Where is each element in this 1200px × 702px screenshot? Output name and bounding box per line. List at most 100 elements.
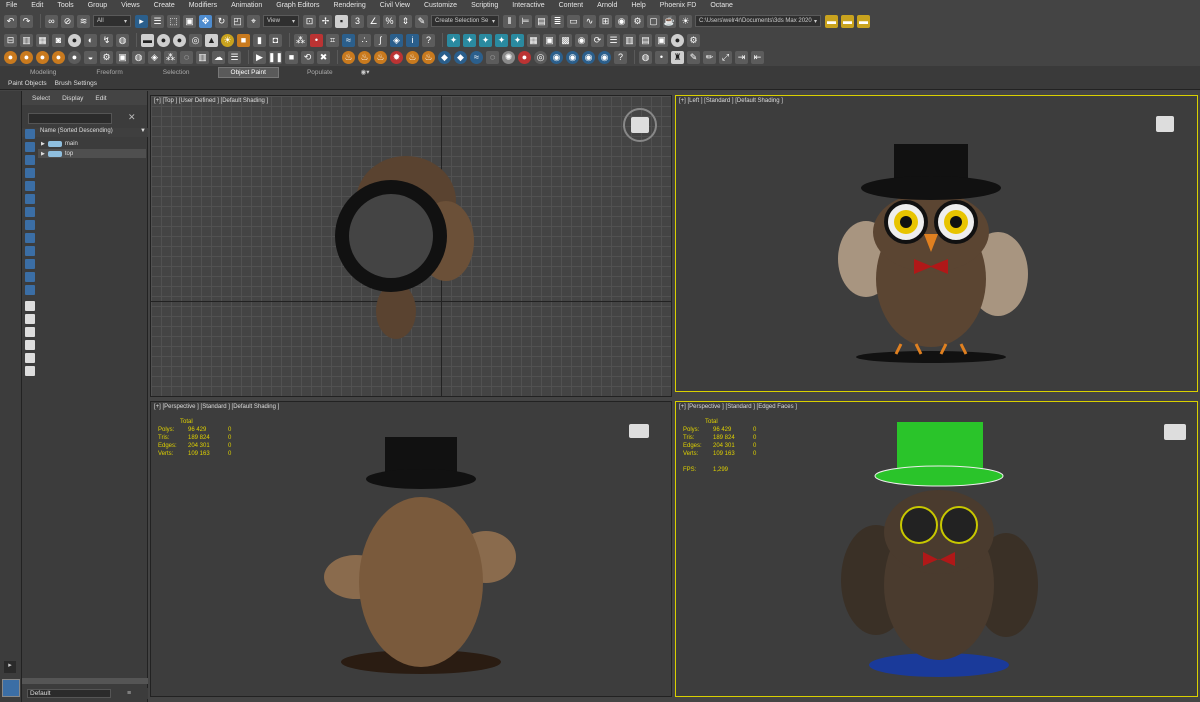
light-bulb-icon[interactable]: ● (68, 33, 81, 47)
fire-explosion-icon[interactable]: ✹ (390, 50, 403, 64)
foam-icon[interactable]: ◌ (486, 50, 499, 64)
keyboard-shortcut-override-icon[interactable]: ▪ (335, 14, 348, 28)
render-elements-icon[interactable]: ▥ (623, 33, 636, 47)
sphere-primitive-icon[interactable]: ● (157, 33, 170, 47)
cylinder-primitive-icon[interactable]: ▮ (253, 33, 266, 47)
ribbon-tab-modeling[interactable]: Modeling (18, 68, 68, 77)
pause-icon[interactable]: ❚❚ (268, 50, 283, 64)
record-tool-icon[interactable]: ◉ (575, 33, 588, 47)
menu-scripting[interactable]: Scripting (471, 2, 498, 9)
menu-customize[interactable]: Customize (424, 2, 457, 9)
explorer-scrollbar[interactable] (22, 678, 148, 684)
export-icon[interactable]: ⇥ (735, 50, 748, 64)
material-sphere-icon[interactable]: ◐ (84, 33, 97, 47)
play-icon[interactable]: ▶ (253, 50, 266, 64)
display-spacewarps-icon[interactable] (25, 207, 35, 217)
select-move-icon[interactable]: ✥ (199, 14, 212, 28)
liquid-tool-icon[interactable]: ✦ (511, 33, 524, 47)
explorer-tab-select[interactable]: Select (32, 95, 50, 102)
camera-icon[interactable]: ◙ (52, 33, 65, 47)
preview-bulb-icon[interactable]: ● (671, 33, 684, 47)
plane-primitive-icon[interactable]: ▬ (141, 33, 154, 47)
render-production-icon[interactable]: ☕ (663, 14, 676, 28)
open-folder-icon[interactable]: ▬ (841, 14, 854, 28)
bind-spacewarp-icon[interactable]: ≋ (77, 14, 90, 28)
select-by-name-icon[interactable]: ☰ (151, 14, 164, 28)
octane-settings-icon[interactable]: ⚙ (100, 50, 113, 64)
phoenix-help-icon[interactable]: ? (614, 50, 627, 64)
menu-phoenix-fd[interactable]: Phoenix FD (660, 2, 697, 9)
phoenix-record-icon[interactable]: ● (518, 50, 531, 64)
display-all-icon[interactable] (25, 301, 35, 311)
viewcube-icon[interactable] (1164, 424, 1186, 440)
viewcube-icon[interactable] (629, 424, 649, 438)
viewport-perspective[interactable]: [+] [Perspective ] [Standard ] [Default … (150, 401, 672, 697)
viewport-top[interactable]: [+] [Top ] [User Defined ] [Default Shad… (150, 95, 672, 397)
octane-camera-icon[interactable]: ● (52, 50, 65, 64)
viewport-label[interactable]: [+] [Perspective ] [Standard ] [Edged Fa… (679, 404, 797, 410)
visibility-icon[interactable] (47, 150, 62, 157)
expand-triangle-icon[interactable]: ▶ (41, 141, 45, 147)
rendered-frame-window-icon[interactable]: ▢ (647, 14, 660, 28)
close-icon[interactable]: ✕ (128, 112, 136, 123)
explorer-search-input[interactable] (28, 113, 112, 124)
scene-icon[interactable]: ◈ (390, 33, 403, 47)
octane-dot-icon[interactable]: • (655, 50, 668, 64)
sun-light-icon[interactable]: ☀ (221, 33, 234, 47)
menu-content[interactable]: Content (559, 2, 584, 9)
viewport-edged-faces[interactable]: [+] [Perspective ] [Standard ] [Edged Fa… (675, 401, 1198, 697)
display-helpers-icon[interactable] (25, 194, 35, 204)
light-tool-icon[interactable]: ✦ (447, 33, 460, 47)
splash-icon[interactable]: ✺ (502, 50, 515, 64)
named-selection-sets-dropdown[interactable]: Create Selection Se ▾ (431, 15, 499, 27)
viewport-label[interactable]: [+] [Perspective ] [Standard ] [Default … (154, 404, 279, 410)
ribbon-tab-selection[interactable]: Selection (151, 68, 202, 77)
octane-viewport-icon[interactable]: ▣ (116, 50, 129, 64)
menu-interactive[interactable]: Interactive (512, 2, 544, 9)
display-children-icon[interactable] (25, 327, 35, 337)
scene-converter-icon[interactable]: ↯ (100, 33, 113, 47)
link-icon[interactable]: ∞ (45, 14, 58, 28)
paint-icon[interactable]: ✏ (703, 50, 716, 64)
menu-animation[interactable]: Animation (231, 2, 262, 9)
globe-icon[interactable]: ◍ (132, 50, 145, 64)
select-scale-icon[interactable]: ◰ (231, 14, 244, 28)
phoenix-ocean-texture-icon[interactable]: ◉ (550, 50, 563, 64)
viewcube-icon[interactable] (1156, 116, 1174, 132)
expand-icon[interactable]: ⤢ (719, 50, 732, 64)
display-lights-icon[interactable] (25, 168, 35, 178)
display-containers-icon[interactable] (25, 259, 35, 269)
selection-filter-dropdown[interactable]: All ▾ (93, 15, 131, 27)
viewport-left[interactable]: [+] [Left ] [Standard ] [Default Shading… (675, 95, 1198, 392)
import-icon[interactable]: ⇤ (751, 50, 764, 64)
panel-paint-objects[interactable]: Paint Objects (8, 80, 47, 87)
octane-light-icon[interactable]: ● (36, 50, 49, 64)
mirror-icon[interactable]: ⫴ (503, 14, 516, 28)
edit-named-selection-icon[interactable]: ✎ (415, 14, 428, 28)
menu-arnold[interactable]: Arnold (597, 2, 617, 9)
undo-icon[interactable]: ↶ (4, 14, 17, 28)
help-icon[interactable]: ? (422, 33, 435, 47)
brush-icon[interactable]: ✎ (687, 50, 700, 64)
menu-modifiers[interactable]: Modifiers (189, 2, 217, 9)
ribbon-tab-populate[interactable]: Populate (295, 68, 345, 77)
funnel-icon[interactable] (25, 353, 35, 363)
explorer-tab-display[interactable]: Display (62, 95, 83, 102)
display-groups-icon[interactable] (25, 220, 35, 230)
ribbon-options-icon[interactable]: ◉▾ (361, 68, 370, 76)
render-setup-icon[interactable]: ⚙ (631, 14, 644, 28)
batch-tool-icon[interactable]: ☰ (607, 33, 620, 47)
box-primitive-icon[interactable]: ■ (237, 33, 250, 47)
menu-tools[interactable]: Tools (57, 2, 73, 9)
display-cameras-icon[interactable] (25, 181, 35, 191)
explorer-column-header[interactable]: Name (Sorted Descending) ▼ (22, 128, 148, 137)
rope-icon[interactable]: ∫ (374, 33, 387, 47)
snaps-toggle-icon[interactable]: 3 (351, 14, 364, 28)
unlink-icon[interactable]: ⊘ (61, 14, 74, 28)
spinner-snap-icon[interactable]: ⇕ (399, 14, 412, 28)
ribbon-tab-freeform[interactable]: Freeform (84, 68, 134, 77)
water-icon[interactable]: ≈ (342, 33, 355, 47)
select-object-icon[interactable]: ▸ (135, 14, 148, 28)
display-invert-icon[interactable] (25, 314, 35, 324)
project-folder-dropdown[interactable]: C:\Users\welr4r\Documents\3ds Max 2020 ▾ (695, 15, 821, 27)
